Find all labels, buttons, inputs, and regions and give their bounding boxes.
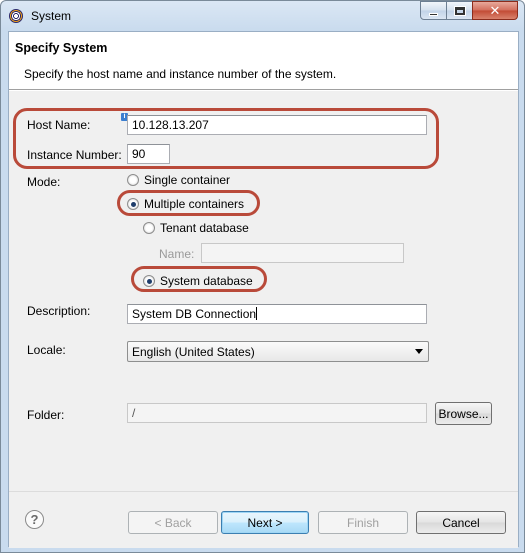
locale-label: Locale: xyxy=(27,343,66,357)
wizard-footer: ? < Back Next > Finish Cancel xyxy=(9,491,518,548)
name-label: Name: xyxy=(159,247,195,261)
wizard-header: Specify System Specify the host name and… xyxy=(9,32,518,90)
radio-system-database[interactable]: System database xyxy=(143,274,253,288)
close-icon: ✕ xyxy=(489,2,501,18)
window-title: System xyxy=(31,9,72,23)
title-bar[interactable]: System ✕ xyxy=(1,1,524,31)
description-label: Description: xyxy=(27,304,91,318)
instance-number-label: Instance Number: xyxy=(27,148,122,162)
mode-label: Mode: xyxy=(27,175,61,189)
radio-tenant-database[interactable]: Tenant database xyxy=(143,221,249,235)
dialog-client: Specify System Specify the host name and… xyxy=(8,31,519,548)
minimize-icon xyxy=(429,12,438,16)
maximize-icon xyxy=(454,6,465,15)
page-title: Specify System xyxy=(15,41,108,55)
back-button[interactable]: < Back xyxy=(128,511,218,534)
tenant-name-input[interactable] xyxy=(201,243,404,263)
close-button[interactable]: ✕ xyxy=(472,1,518,20)
help-icon[interactable]: ? xyxy=(25,510,44,529)
host-name-input[interactable]: 10.128.13.207 xyxy=(127,115,427,135)
eclipse-icon xyxy=(9,9,23,23)
instance-number-input[interactable]: 90 xyxy=(127,144,170,164)
locale-select[interactable]: English (United States) xyxy=(127,341,429,362)
page-description: Specify the host name and instance numbe… xyxy=(24,67,337,81)
dialog-window: System ✕ Specify System Specify the host… xyxy=(0,0,525,553)
radio-system-indicator[interactable] xyxy=(143,275,155,287)
description-value: System DB Connection xyxy=(132,307,257,321)
radio-multiple-indicator[interactable] xyxy=(127,198,139,210)
maximize-button[interactable] xyxy=(446,1,473,20)
finish-button[interactable]: Finish xyxy=(318,511,408,534)
minimize-button[interactable] xyxy=(420,1,447,20)
radio-single-label: Single container xyxy=(144,173,231,187)
folder-input[interactable]: / xyxy=(127,403,427,423)
radio-tenant-label: Tenant database xyxy=(160,221,249,235)
radio-multiple-label: Multiple containers xyxy=(144,197,245,211)
browse-button[interactable]: Browse... xyxy=(435,402,492,425)
text-caret xyxy=(256,307,258,320)
description-input[interactable]: System DB Connection xyxy=(127,304,427,324)
host-name-label: Host Name: xyxy=(27,118,91,132)
radio-single-indicator[interactable] xyxy=(127,174,139,186)
radio-single-container[interactable]: Single container xyxy=(127,173,230,187)
next-button[interactable]: Next > xyxy=(221,511,309,534)
radio-tenant-indicator[interactable] xyxy=(143,222,155,234)
folder-label: Folder: xyxy=(27,408,65,422)
cancel-button[interactable]: Cancel xyxy=(416,511,506,534)
radio-system-label: System database xyxy=(160,274,253,288)
chevron-down-icon xyxy=(415,349,423,354)
locale-value: English (United States) xyxy=(132,345,255,359)
wizard-body: Host Name: i 10.128.13.207 Instance Numb… xyxy=(9,91,518,491)
radio-multiple-containers[interactable]: Multiple containers xyxy=(127,197,244,211)
